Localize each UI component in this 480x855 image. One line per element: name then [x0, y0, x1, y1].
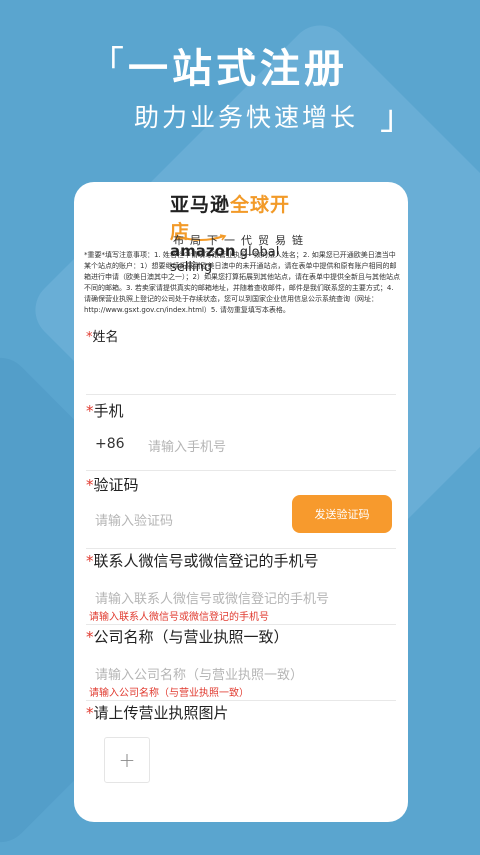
tagline: 布局下一代贸易链 [173, 234, 309, 247]
company-error: 请输入公司名称（与营业执照一致） [89, 688, 249, 699]
phone-input[interactable]: 请输入手机号 [148, 436, 226, 455]
required-star: * [86, 402, 94, 420]
open-quote: 「 [90, 44, 124, 84]
name-field[interactable]: *姓名 [86, 326, 396, 396]
code-label: *验证码 [86, 474, 396, 495]
logo-cn-part1: 亚马逊 [170, 194, 231, 216]
send-code-button[interactable]: 发送验证码 [292, 495, 392, 533]
wechat-error: 请输入联系人微信号或微信登记的手机号 [89, 612, 269, 623]
company-label: *公司名称（与营业执照一致） [86, 626, 396, 647]
hero-subtitle: 助力业务快速增长 [134, 103, 359, 132]
hero-banner: 「 一站式注册 助力业务快速增长 」 [0, 0, 480, 180]
company-field: *公司名称（与营业执照一致） 请输入公司名称（与营业执照一致） 请输入公司名称（… [86, 626, 396, 702]
phone-label: *手机 [86, 400, 396, 421]
required-star: * [86, 628, 94, 646]
company-label-text: 公司名称（与营业执照一致） [93, 628, 289, 646]
notice-text: *重要*填写注意事项：1. 姓名栏中请填写跟营业执照一致的法人姓名；2. 如果您… [84, 251, 400, 314]
phone-field: *手机 +86 请输入手机号 [86, 400, 396, 472]
wechat-label: *联系人微信号或微信登记的手机号 [86, 550, 396, 571]
wechat-field: *联系人微信号或微信登记的手机号 请输入联系人微信号或微信登记的手机号 请输入联… [86, 550, 396, 626]
required-star: * [86, 552, 94, 570]
country-code[interactable]: +86 [95, 436, 125, 452]
wechat-label-text: 联系人微信号或微信登记的手机号 [93, 552, 319, 570]
divider [86, 700, 396, 701]
wechat-input[interactable]: 请输入联系人微信号或微信登记的手机号 [95, 588, 329, 607]
divider [86, 470, 396, 471]
required-star: * [86, 476, 94, 494]
company-input[interactable]: 请输入公司名称（与营业执照一致） [95, 664, 303, 683]
divider [86, 394, 396, 395]
code-input[interactable]: 请输入验证码 [95, 510, 173, 529]
divider [86, 624, 396, 625]
close-quote: 」 [380, 98, 414, 138]
name-label-text: 姓名 [92, 330, 119, 345]
phone-label-text: 手机 [93, 402, 124, 420]
required-star: * [86, 704, 94, 722]
license-label-text: 请上传营业执照图片 [93, 704, 229, 722]
hero-title: 一站式注册 [128, 46, 348, 92]
plus-icon: + [118, 748, 136, 772]
name-label: *姓名 [86, 326, 396, 345]
upload-license-button[interactable]: + [104, 737, 150, 783]
code-label-text: 验证码 [93, 476, 139, 494]
license-label: *请上传营业执照图片 [86, 702, 396, 723]
divider [86, 548, 396, 549]
registration-card: 亚马逊全球开店 amazon global selling 布局下一代贸易链 *… [74, 182, 408, 822]
